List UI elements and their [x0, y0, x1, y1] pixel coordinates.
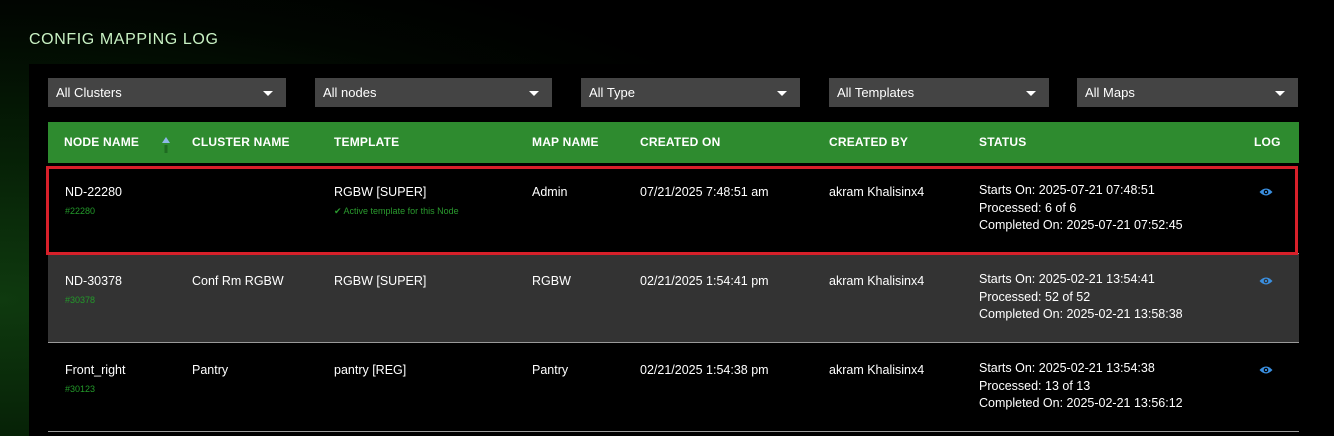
table-header: NODE NAME CLUSTER NAME TEMPLATE MAP NAME…	[48, 122, 1299, 163]
node-name: ND-30378	[65, 274, 122, 288]
map-name: Pantry	[532, 363, 569, 377]
node-id: #30378	[65, 295, 96, 305]
cluster-filter-label: All Clusters	[56, 85, 122, 100]
type-filter-select[interactable]: All Type	[581, 78, 800, 107]
created-on: 02/21/2025 1:54:38 pm	[640, 363, 769, 377]
sort-asc-icon[interactable]	[162, 137, 170, 153]
table-row[interactable]: Front_right #30123 Pantry pantry [REG] P…	[48, 343, 1299, 432]
log-panel: All Clusters All nodes All Type All Temp…	[29, 64, 1318, 436]
template-name: RGBW [SUPER]	[334, 274, 427, 288]
eye-icon[interactable]	[1259, 365, 1273, 375]
map-filter-select[interactable]: All Maps	[1077, 78, 1298, 107]
status-completed: Completed On: 2025-07-21 07:52:45	[979, 218, 1183, 232]
status: Starts On: 2025-07-21 07:48:51 Processed…	[979, 182, 1183, 235]
map-name: RGBW	[532, 274, 571, 288]
status-processed: Processed: 6 of 6	[979, 200, 1077, 215]
status-processed: Processed: 13 of 13	[979, 378, 1091, 393]
caret-down-icon	[1026, 91, 1036, 96]
caret-down-icon	[529, 91, 539, 96]
template-filter-label: All Templates	[837, 85, 915, 100]
header-created-on[interactable]: CREATED ON	[640, 122, 720, 163]
created-by: akram Khalisinx4	[829, 363, 925, 377]
header-log: LOG	[1254, 135, 1281, 149]
status-processed: Processed: 52 of 52	[979, 289, 1091, 304]
eye-icon[interactable]	[1259, 187, 1273, 197]
active-template-note: ✔ Active template for this Node	[334, 206, 459, 216]
node-filter-label: All nodes	[323, 85, 377, 100]
caret-down-icon	[1275, 91, 1285, 96]
map-name: Admin	[532, 185, 568, 199]
cluster-filter-select[interactable]: All Clusters	[48, 78, 286, 107]
map-filter-label: All Maps	[1085, 85, 1135, 100]
cluster-name: Pantry	[192, 363, 229, 377]
page-title: CONFIG MAPPING LOG	[29, 31, 219, 48]
table-row[interactable]: ND-22280 #22280 RGBW [SUPER] ✔ Active te…	[48, 165, 1299, 254]
header-cluster-name[interactable]: CLUSTER NAME	[192, 122, 290, 163]
status-start: Starts On: 2025-02-21 13:54:38	[979, 361, 1155, 375]
status-completed: Completed On: 2025-02-21 13:58:38	[979, 307, 1183, 321]
status-completed: Completed On: 2025-02-21 13:56:12	[979, 396, 1183, 410]
page: CONFIG MAPPING LOG All Clusters All node…	[0, 0, 1334, 436]
eye-icon[interactable]	[1259, 276, 1273, 286]
created-on: 07/21/2025 7:48:51 am	[640, 185, 769, 199]
status: Starts On: 2025-02-21 13:54:41 Processed…	[979, 271, 1183, 324]
caret-down-icon	[263, 91, 273, 96]
created-by: akram Khalisinx4	[829, 185, 925, 199]
status: Starts On: 2025-02-21 13:54:38 Processed…	[979, 360, 1183, 413]
template-filter-select[interactable]: All Templates	[829, 78, 1049, 107]
filter-bar: All Clusters All nodes All Type All Temp…	[29, 64, 1318, 124]
header-template[interactable]: TEMPLATE	[334, 122, 399, 163]
template-name: pantry [REG]	[334, 363, 407, 377]
status-start: Starts On: 2025-07-21 07:48:51	[979, 183, 1155, 197]
node-id: #30123	[65, 384, 96, 394]
header-node-name[interactable]: NODE NAME	[64, 122, 139, 163]
node-name: Front_right	[65, 363, 126, 377]
template-name: RGBW [SUPER]	[334, 185, 427, 199]
cluster-name: Conf Rm RGBW	[192, 274, 284, 288]
header-map-name[interactable]: MAP NAME	[532, 122, 599, 163]
created-on: 02/21/2025 1:54:41 pm	[640, 274, 769, 288]
node-id: #22280	[65, 206, 96, 216]
caret-down-icon	[777, 91, 787, 96]
type-filter-label: All Type	[589, 85, 636, 100]
header-status[interactable]: STATUS	[979, 122, 1026, 163]
table-row[interactable]: ND-30378 #30378 Conf Rm RGBW RGBW [SUPER…	[48, 254, 1299, 343]
node-name: ND-22280	[65, 185, 122, 199]
created-by: akram Khalisinx4	[829, 274, 925, 288]
header-created-by[interactable]: CREATED BY	[829, 122, 908, 163]
status-start: Starts On: 2025-02-21 13:54:41	[979, 272, 1155, 286]
node-filter-select[interactable]: All nodes	[315, 78, 552, 107]
